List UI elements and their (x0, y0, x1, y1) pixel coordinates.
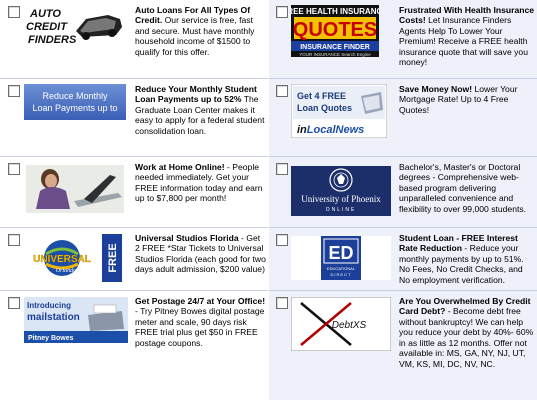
ad-headline[interactable]: Save Money Now! (399, 84, 472, 94)
ad-text: Universal Studios Florida - Get 2 FREE *… (135, 233, 266, 275)
ad-body: - Try Pitney Bowes digital postage meter… (135, 306, 265, 348)
svg-text:inLocalNews: inLocalNews (297, 124, 364, 136)
svg-text:DIRECT: DIRECT (331, 272, 352, 277)
svg-text:FREE: FREE (107, 243, 119, 272)
svg-text:CREDIT: CREDIT (26, 21, 68, 33)
ad-headline[interactable]: Reduce Your Monthly Student Loan Payment… (135, 84, 257, 104)
health-insurance-quotes-logo[interactable]: FREE HEALTH INSURANCE QUOTES INSURANCE F… (291, 5, 379, 57)
svg-text:AUTO: AUTO (29, 8, 61, 20)
ad-university-of-phoenix: University of Phoenix ONLINE Bachelor's,… (269, 157, 537, 227)
svg-text:Pitney Bowes: Pitney Bowes (28, 335, 74, 342)
ad-checkbox[interactable] (8, 85, 20, 97)
ad-text: Reduce Your Monthly Student Loan Payment… (135, 84, 266, 136)
svg-text:Reduce Monthly: Reduce Monthly (42, 91, 108, 101)
woman-at-laptop-photo[interactable] (26, 165, 124, 213)
debtxs-logo[interactable]: DebtXS (291, 297, 391, 351)
ad-checkbox[interactable] (276, 6, 288, 18)
ad-body[interactable]: Bachelor's, Master's or Doctoral degrees… (399, 162, 526, 214)
svg-text:ED: ED (328, 243, 353, 263)
ad-text: Save Money Now! Lower Your Mortgage Rate… (399, 84, 536, 115)
inlocalnews-loan-quotes-logo[interactable]: Get 4 FREE Loan Quotes inLocalNews (291, 84, 387, 138)
educational-direct-logo[interactable]: ED EDUCATIONAL DIRECT (291, 236, 391, 280)
ad-checkbox[interactable] (8, 234, 20, 246)
ad-headline[interactable]: Universal Studios Florida (135, 233, 239, 243)
ad-student-loan: Reduce Monthly Loan Payments up to Reduc… (0, 79, 268, 156)
svg-text:YOUR INSURANCE Search Engine: YOUR INSURANCE Search Engine (299, 52, 371, 57)
svg-text:mailstation: mailstation (27, 312, 80, 323)
ad-debtxs: DebtXS Are You Overwhelmed By Credit Car… (269, 291, 537, 400)
ad-checkbox[interactable] (276, 234, 288, 246)
svg-text:QUOTES: QUOTES (293, 19, 377, 41)
ad-checkbox[interactable] (276, 163, 288, 175)
svg-text:INSURANCE FINDER: INSURANCE FINDER (300, 44, 370, 51)
svg-text:FREE HEALTH INSURANCE: FREE HEALTH INSURANCE (291, 7, 379, 16)
ad-checkbox[interactable] (8, 6, 20, 18)
universal-orlando-logo[interactable]: UNIVERSAL Orlando FREE (24, 234, 122, 282)
ad-text: Work at Home Online! - People needed imm… (135, 162, 266, 204)
svg-text:DebtXS: DebtXS (332, 320, 367, 331)
ad-headline[interactable]: Work at Home Online! (135, 162, 225, 172)
ad-headline[interactable]: Get Postage 24/7 at Your Office! (135, 296, 265, 306)
svg-text:UNIVERSAL: UNIVERSAL (33, 254, 91, 265)
ad-text: Auto Loans For All Types Of Credit. Our … (135, 5, 266, 57)
svg-text:Loan Payments up to: Loan Payments up to (32, 103, 117, 113)
ad-universal-studios: UNIVERSAL Orlando FREE Universal Studios… (0, 228, 268, 290)
ad-text: Frustrated With Health Insurance Costs! … (399, 5, 536, 68)
ad-checkbox[interactable] (276, 85, 288, 97)
ad-checkbox[interactable] (8, 163, 20, 175)
mailstation-pitney-bowes-banner[interactable]: Introducing mailstation Pitney Bowes (24, 297, 128, 343)
ad-checkbox[interactable] (8, 297, 20, 309)
ad-text: Are You Overwhelmed By Credit Card Debt?… (399, 296, 536, 369)
ad-text: Student Loan - FREE Interest Rate Reduct… (399, 233, 536, 285)
ad-grid: AUTO CREDIT FINDERS Auto Loans For All T… (0, 0, 537, 400)
svg-text:EDUCATIONAL: EDUCATIONAL (327, 266, 356, 271)
auto-credit-finders-logo[interactable]: AUTO CREDIT FINDERS (24, 5, 124, 49)
svg-text:University of Phoenix: University of Phoenix (301, 194, 381, 204)
column-divider (268, 0, 269, 400)
reduce-monthly-payments-banner[interactable]: Reduce Monthly Loan Payments up to (24, 84, 126, 120)
svg-text:Get 4 FREE: Get 4 FREE (297, 91, 346, 101)
ad-work-at-home: Work at Home Online! - People needed imm… (0, 157, 268, 227)
ad-mortgage-quotes: Get 4 FREE Loan Quotes inLocalNews Save … (269, 79, 537, 156)
svg-text:Introducing: Introducing (27, 301, 71, 310)
ad-health-insurance: FREE HEALTH INSURANCE QUOTES INSURANCE F… (269, 0, 537, 78)
svg-text:Loan Quotes: Loan Quotes (297, 103, 352, 113)
svg-text:ONLINE: ONLINE (326, 207, 357, 213)
svg-text:Orlando: Orlando (56, 268, 76, 274)
svg-text:FINDERS: FINDERS (28, 34, 77, 46)
ad-educational-direct: ED EDUCATIONAL DIRECT Student Loan - FRE… (269, 228, 537, 290)
university-of-phoenix-logo[interactable]: University of Phoenix ONLINE (291, 166, 391, 216)
ad-checkbox[interactable] (276, 297, 288, 309)
ad-text: Bachelor's, Master's or Doctoral degrees… (399, 162, 536, 214)
ad-auto-loans: AUTO CREDIT FINDERS Auto Loans For All T… (0, 0, 268, 78)
ad-pitney-bowes: Introducing mailstation Pitney Bowes Get… (0, 291, 268, 400)
ad-text: Get Postage 24/7 at Your Office! - Try P… (135, 296, 266, 348)
